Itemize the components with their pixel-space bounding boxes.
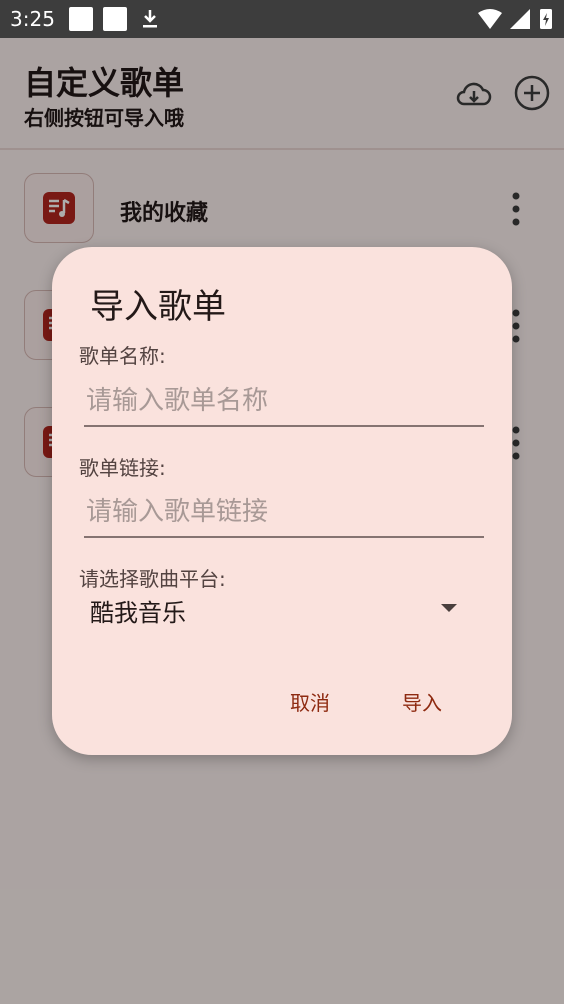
playlist-name-input[interactable]	[84, 377, 484, 427]
playlist-link-input[interactable]	[84, 488, 484, 538]
platform-label: 请选择歌曲平台:	[79, 567, 226, 591]
status-time: 3:25	[10, 7, 55, 31]
import-button[interactable]: 导入	[394, 683, 450, 720]
system-icons	[478, 9, 552, 29]
platform-select[interactable]: 酷我音乐	[90, 593, 186, 628]
status-bar: 3:25	[0, 0, 564, 38]
dialog-title: 导入歌单	[90, 287, 226, 327]
import-playlist-dialog: 导入歌单 歌单名称: 歌单链接: 请选择歌曲平台: 酷我音乐 取消 导入	[52, 247, 512, 755]
signal-icon	[510, 9, 530, 29]
notification-icon	[103, 7, 127, 31]
notification-icon	[69, 7, 93, 31]
playlist-link-label: 歌单链接:	[79, 456, 166, 480]
wifi-icon	[478, 9, 502, 29]
cancel-button[interactable]: 取消	[282, 683, 338, 720]
playlist-name-label: 歌单名称:	[79, 344, 166, 368]
download-icon	[143, 10, 157, 28]
dropdown-arrow-icon[interactable]	[441, 604, 457, 612]
